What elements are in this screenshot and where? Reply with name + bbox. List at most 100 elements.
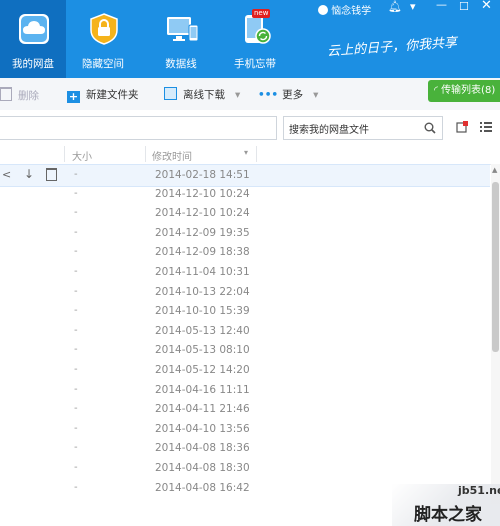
new-folder-icon: +	[67, 90, 80, 103]
user-name: 恼念钱学	[331, 6, 372, 17]
avatar	[318, 5, 328, 15]
toolbar: 删除 + 新建文件夹 离线下载 ▾ ••• 更多 ▾	[0, 78, 500, 111]
table-row[interactable]: - 2014-10-10 15:39	[0, 301, 490, 322]
modified-time: 2014-04-16 11:11	[155, 383, 250, 396]
file-size: -	[74, 344, 78, 356]
table-row[interactable]: - 2014-05-12 14:20	[0, 360, 490, 381]
column-divider	[145, 146, 146, 162]
maximize-icon[interactable]: ☐	[459, 0, 469, 13]
lock-icon	[90, 13, 118, 45]
more-dots-icon: •••	[258, 89, 279, 101]
table-row[interactable]: - 2014-11-04 10:31	[0, 262, 490, 283]
path-breadcrumb-input[interactable]	[0, 116, 277, 140]
offline-download-icon	[164, 87, 177, 100]
new-badge: new	[252, 9, 271, 18]
table-row[interactable]: - 2014-04-08 18:36	[0, 438, 490, 459]
trash-icon	[0, 87, 12, 101]
file-size: -	[74, 422, 78, 434]
modified-time: 2014-12-10 10:24	[155, 207, 250, 220]
modified-time: 2014-12-10 10:24	[155, 187, 250, 200]
user-account[interactable]: 恼念钱学	[318, 2, 371, 17]
modified-time: 2014-04-08 18:36	[155, 442, 250, 455]
notification-bell-icon[interactable]: 🔔︎	[388, 0, 402, 13]
file-size: -	[74, 383, 78, 395]
file-size: -	[74, 481, 78, 493]
tab-data-cable[interactable]: 数据线	[148, 0, 214, 78]
minimize-icon[interactable]: —	[436, 0, 447, 11]
download-icon[interactable]: ↓	[24, 167, 34, 181]
delete-icon[interactable]	[46, 168, 57, 181]
file-size: -	[74, 324, 78, 336]
tab-phone-forgot[interactable]: 手机忘带 new	[222, 0, 288, 78]
modified-time: 2014-11-04 10:31	[155, 266, 250, 278]
scroll-up-icon[interactable]: ▲	[492, 166, 497, 174]
tab-label: 手机忘带	[234, 58, 276, 70]
column-divider	[64, 146, 65, 162]
tab-label: 我的网盘	[12, 58, 54, 70]
file-size: -	[74, 285, 78, 297]
file-size: -	[74, 169, 78, 180]
file-size: -	[74, 207, 78, 219]
scrollbar-thumb[interactable]	[492, 182, 499, 352]
modified-time: 2014-02-18 14:51	[155, 169, 250, 181]
file-size: -	[74, 266, 78, 277]
modified-time: 2014-12-09 18:38	[155, 246, 250, 259]
list-view-icon[interactable]	[480, 121, 492, 133]
search-input[interactable]: 搜索我的网盘文件	[283, 116, 443, 140]
cloud-icon	[19, 14, 49, 44]
table-row[interactable]: - 2014-12-09 18:38	[0, 242, 490, 263]
modified-time: 2014-04-11 21:46	[155, 403, 250, 416]
search-icon[interactable]	[424, 122, 436, 134]
table-row[interactable]: - 2014-05-13 12:40	[0, 321, 490, 342]
file-size: -	[74, 403, 78, 415]
table-row[interactable]: - 2014-04-16 11:11	[0, 380, 490, 401]
refresh-icon: ◜	[434, 85, 438, 96]
tab-hidden-space[interactable]: 隐藏空间	[70, 0, 136, 78]
sort-chevron-icon[interactable]: ▾	[244, 148, 248, 157]
watermark-name: 脚本之家	[414, 505, 482, 525]
close-icon[interactable]: ✕	[481, 0, 492, 13]
menu-dropdown-icon[interactable]: ▾	[410, 0, 416, 13]
top-navigation-bar: 我的网盘 隐藏空间 数据线 手机忘带 new 恼念钱学 🔔︎ ▾ — ☐ ✕ 云…	[0, 0, 500, 78]
modified-time: 2014-10-13 22:04	[155, 285, 250, 298]
new-folder-button[interactable]: + 新建文件夹	[67, 87, 139, 103]
tab-label: 隐藏空间	[82, 58, 124, 70]
modified-time: 2014-12-09 19:35	[155, 226, 250, 239]
modified-time: 2014-10-10 15:39	[155, 305, 250, 318]
column-divider	[256, 146, 257, 162]
modified-time: 2014-05-12 14:20	[155, 364, 250, 376]
chevron-down-icon: ▾	[313, 89, 319, 101]
modified-time: 2014-04-10 13:56	[155, 422, 250, 435]
share-icon[interactable]: <	[2, 168, 11, 181]
file-size: -	[74, 246, 78, 258]
modified-time: 2014-05-13 12:40	[155, 324, 250, 337]
transfer-list-button[interactable]: ◜ 传输列表(8)	[428, 80, 500, 102]
table-row[interactable]: - 2014-12-09 19:35	[0, 223, 490, 244]
modified-time: 2014-05-13 08:10	[155, 344, 250, 357]
table-row[interactable]: - 2014-04-10 13:56	[0, 419, 490, 440]
table-row[interactable]: - 2014-04-11 21:46	[0, 399, 490, 420]
column-header-size[interactable]: 大小	[72, 148, 92, 163]
slogan: 云上的日子，你我共享	[326, 35, 458, 60]
settings-icon[interactable]	[456, 121, 468, 133]
table-row[interactable]: - 2014-04-08 18:30	[0, 458, 490, 479]
more-button[interactable]: ••• 更多 ▾	[258, 87, 318, 102]
chevron-down-icon: ▾	[235, 89, 241, 101]
file-list-header: 大小 修改时间 ▾	[0, 144, 500, 165]
table-row[interactable]: - 2014-12-10 10:24	[0, 184, 490, 205]
table-row[interactable]: - 2014-05-13 08:10	[0, 340, 490, 361]
modified-time: 2014-04-08 16:42	[155, 481, 250, 494]
file-size: -	[74, 462, 78, 473]
offline-download-button[interactable]: 离线下载 ▾	[164, 87, 240, 102]
file-size: -	[74, 226, 78, 238]
column-header-modified[interactable]: 修改时间	[152, 148, 192, 163]
delete-button[interactable]: 删除	[0, 87, 39, 103]
modified-time: 2014-04-08 18:30	[155, 462, 250, 474]
tab-my-netdisk[interactable]: 我的网盘	[0, 0, 66, 78]
devices-icon	[167, 17, 199, 42]
file-size: -	[74, 305, 78, 317]
file-size: -	[74, 442, 78, 454]
table-row[interactable]: - 2014-12-10 10:24	[0, 203, 490, 224]
watermark-site: jb51.net	[458, 484, 500, 497]
table-row[interactable]: - 2014-10-13 22:04	[0, 282, 490, 303]
